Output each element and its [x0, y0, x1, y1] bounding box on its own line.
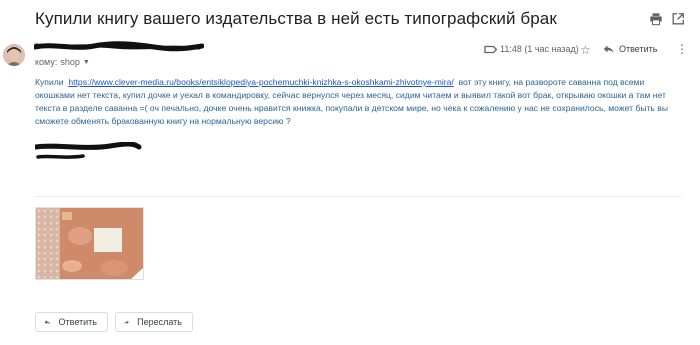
email-body: Купили https://www.clever-media.ru/books…	[35, 76, 685, 128]
label-icon	[484, 45, 497, 54]
divider	[35, 196, 681, 197]
reply-icon	[603, 45, 614, 53]
to-value: shop	[60, 57, 80, 67]
email-subject: Купили книгу вашего издательства в ней е…	[35, 9, 557, 28]
reply-button-header[interactable]: Ответить	[603, 44, 657, 54]
open-in-new-window-icon[interactable]	[671, 12, 685, 26]
email-timestamp: 11:48 (1 час назад)	[500, 44, 579, 54]
product-link[interactable]: https://www.clever-media.ru/books/entsik…	[68, 77, 453, 87]
forward-button-label: Переслать	[137, 317, 182, 327]
printer-icon[interactable]	[649, 12, 663, 26]
redacted-sender-name	[34, 41, 204, 52]
reply-button[interactable]: Ответить	[35, 312, 108, 332]
chevron-down-icon[interactable]: ▼	[83, 59, 90, 66]
redacted-signature	[35, 142, 142, 159]
more-vertical-icon[interactable]: ⋮	[676, 42, 688, 56]
recipient-line[interactable]: кому: shop ▼	[35, 57, 90, 67]
star-icon[interactable]: ☆	[580, 43, 591, 57]
reply-label: Ответить	[619, 44, 658, 54]
to-label: кому:	[35, 57, 58, 67]
body-prefix: Купили	[35, 77, 64, 87]
attachment-thumbnail[interactable]	[35, 207, 144, 280]
sender-avatar[interactable]	[3, 44, 25, 66]
reply-button-label: Ответить	[58, 317, 97, 327]
reply-icon	[44, 319, 51, 325]
forward-icon	[124, 320, 129, 324]
forward-button[interactable]: Переслать	[115, 312, 193, 332]
